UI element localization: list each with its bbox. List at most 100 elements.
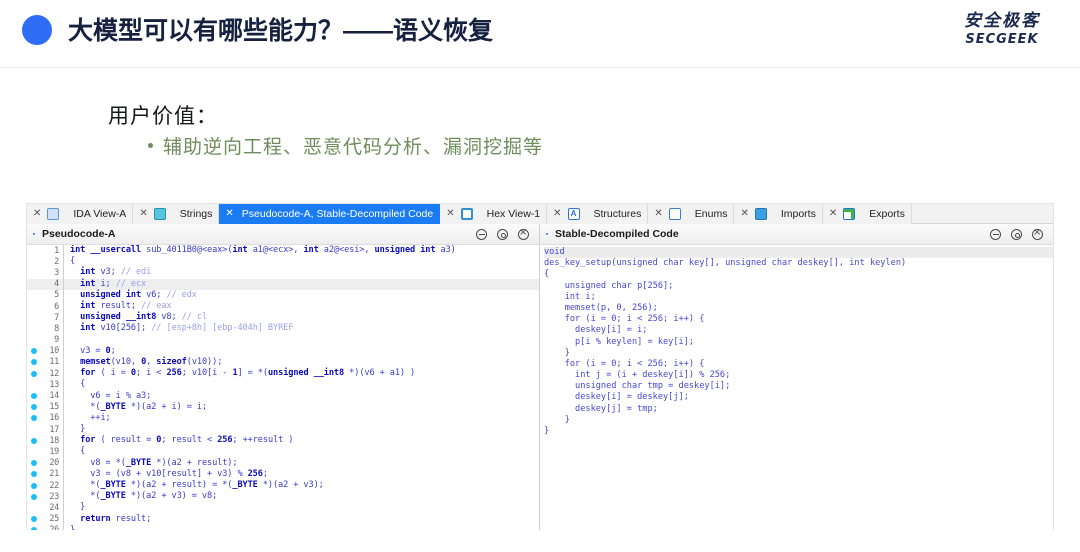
page-title: 大模型可以有哪些能力？——语义恢复: [68, 17, 494, 45]
tab-close-icon[interactable]: ✕: [829, 209, 837, 219]
code-line: 17 }: [27, 424, 539, 436]
code-line: unsigned char tmp = deskey[i];: [544, 381, 731, 392]
maximize-icon[interactable]: [1011, 228, 1022, 240]
code-line: 7 unsigned __int8 v8; // cl: [27, 312, 539, 324]
code-line: deskey[i] = i;: [544, 325, 648, 336]
tab-enums[interactable]: ✕ Enums: [648, 204, 735, 224]
breakpoint-dot-icon[interactable]: [27, 348, 41, 355]
tab-close-icon[interactable]: ✕: [33, 209, 41, 219]
tab-exports[interactable]: ✕ Exports: [822, 204, 912, 224]
stable-code-area[interactable]: void des_key_setup(unsigned char key[], u…: [540, 245, 1053, 530]
code-line: 15 *(_BYTE *)(a2 + i) = i;: [27, 401, 539, 413]
code-line: for (i = 0; i < 256; i++) {: [544, 314, 705, 325]
line-number: 19: [49, 446, 59, 457]
tab-ida-view-a[interactable]: ✕ IDA View-A: [27, 204, 134, 224]
brand-logo-en: SECGEEK: [965, 32, 1039, 47]
breakpoint-dot-icon[interactable]: [27, 471, 41, 478]
tab-close-icon[interactable]: ✕: [446, 209, 454, 219]
line-number: 9: [54, 335, 59, 346]
code-line: memset(p, 0, 256);: [544, 302, 658, 313]
brand-logo: 安全极客 SECGEEK: [942, 10, 1062, 58]
code-line: 2{: [27, 256, 539, 268]
tab-label: Structures: [593, 208, 642, 220]
pane-pseudocode: Pseudocode-A 1 int __usercall sub_4011B0@…: [27, 224, 540, 530]
tab-close-icon[interactable]: ✕: [225, 209, 233, 219]
breakpoint-dot-icon[interactable]: [27, 516, 41, 523]
header-divider: [0, 67, 1080, 68]
slide-header: 大模型可以有哪些能力？——语义恢复 安全极客 SECGEEK: [0, 0, 1080, 68]
hex-view-icon: [460, 208, 473, 220]
line-number: 20: [49, 458, 59, 469]
code-line: 11 memset(v10, 0, sizeof(v10));: [27, 356, 539, 369]
code-line: deskey[j] = tmp;: [544, 403, 658, 414]
maximize-icon[interactable]: [497, 228, 508, 240]
line-number: 2: [54, 256, 59, 267]
tab-pseudocode-a[interactable]: ✕ Pseudocode-A, Stable-Decompiled Code: [219, 204, 441, 224]
code-line: 24 }: [27, 502, 539, 514]
line-number: 18: [49, 435, 59, 446]
code-line: 4 int i; // ecx: [27, 278, 539, 290]
breakpoint-dot-icon[interactable]: [27, 527, 41, 530]
code-line: 21 v3 = (v8 + v10[result] + v3) % 256;: [27, 468, 539, 480]
ida-screenshot: ✕ IDA View-A ✕ Strings ✕ Pseudocode-A, S…: [26, 203, 1054, 530]
code-line: }: [544, 347, 570, 358]
breakpoint-dot-icon[interactable]: [27, 482, 41, 489]
code-text: int v3; // edi: [80, 267, 152, 278]
code-line: 6 int result; // eax: [27, 300, 539, 313]
code-line: 13 {: [27, 379, 539, 391]
slide: 大模型可以有哪些能力？——语义恢复 安全极客 SECGEEK 用户价值： 辅助逆…: [0, 0, 1080, 552]
line-number: 17: [49, 424, 59, 435]
breakpoint-dot-icon[interactable]: [27, 393, 41, 400]
line-number: 7: [54, 312, 59, 323]
code-text: v3 = 0;: [70, 345, 116, 356]
bullet-text: 辅助逆向工程、恶意代码分析、漏洞挖掘等: [163, 137, 544, 158]
code-line: }: [544, 426, 550, 436]
code-text: {: [70, 446, 86, 457]
line-number: 24: [49, 502, 59, 513]
breakpoint-dot-icon[interactable]: [27, 460, 41, 467]
tab-label: Hex View-1: [486, 208, 541, 220]
breakpoint-dot-icon[interactable]: [27, 404, 41, 411]
code-line: 12 for ( i = 0; i < 256; v10[i - 1] = *(…: [27, 368, 539, 380]
tab-close-icon[interactable]: ✕: [139, 209, 147, 219]
line-number: 21: [49, 469, 59, 480]
pseudocode-code-area[interactable]: 1 int __usercall sub_4011B0@<eax>(int a1@…: [27, 245, 539, 530]
exports-icon: [843, 208, 856, 220]
code-line: for (i = 0; i < 256; i++) {: [544, 358, 705, 369]
pane-window-controls: [476, 227, 533, 240]
code-text: {: [70, 379, 86, 390]
tab-close-icon[interactable]: ✕: [654, 209, 662, 219]
code-text: int v10[256]; // [esp+8h] [ebp-404h] BYR…: [80, 323, 294, 334]
close-icon[interactable]: [1032, 227, 1043, 240]
code-text: unsigned __int8 v8; // cl: [80, 312, 208, 323]
breakpoint-dot-icon[interactable]: [27, 370, 41, 377]
code-line: 25 return result;: [27, 513, 539, 525]
pane-window-controls: [990, 227, 1047, 240]
code-text: for ( i = 0; i < 256; v10[i - 1] = *(uns…: [80, 368, 416, 379]
close-icon[interactable]: [518, 227, 529, 240]
minimize-icon[interactable]: [990, 228, 1001, 240]
pane-title-text: Pseudocode-A: [42, 228, 116, 240]
breakpoint-dot-icon[interactable]: [27, 437, 41, 444]
tab-label: Exports: [869, 208, 905, 220]
tab-hex-view-1[interactable]: ✕ Hex View-1: [440, 204, 548, 224]
tab-close-icon[interactable]: ✕: [553, 209, 561, 219]
code-text: }: [70, 524, 76, 530]
tab-close-icon[interactable]: ✕: [740, 209, 748, 219]
tab-label: Pseudocode-A, Stable-Decompiled Code: [241, 208, 434, 220]
code-line: deskey[i] = deskey[j];: [544, 392, 689, 403]
line-number: 14: [49, 391, 59, 402]
breakpoint-dot-icon[interactable]: [27, 493, 41, 500]
line-number: 26: [41, 525, 63, 530]
tab-structures[interactable]: ✕ A Structures: [547, 204, 649, 224]
tab-imports[interactable]: ✕ Imports: [734, 204, 823, 224]
line-number: 12: [49, 368, 59, 379]
breakpoint-dot-icon[interactable]: [27, 415, 41, 422]
minimize-icon[interactable]: [476, 228, 487, 240]
tab-label: Strings: [179, 208, 213, 220]
code-text: unsigned int v6; // edx: [80, 289, 197, 300]
tab-strings[interactable]: ✕ Strings: [133, 204, 220, 224]
line-number: 3: [54, 267, 59, 278]
imports-icon: [754, 208, 767, 220]
breakpoint-dot-icon[interactable]: [27, 359, 41, 366]
